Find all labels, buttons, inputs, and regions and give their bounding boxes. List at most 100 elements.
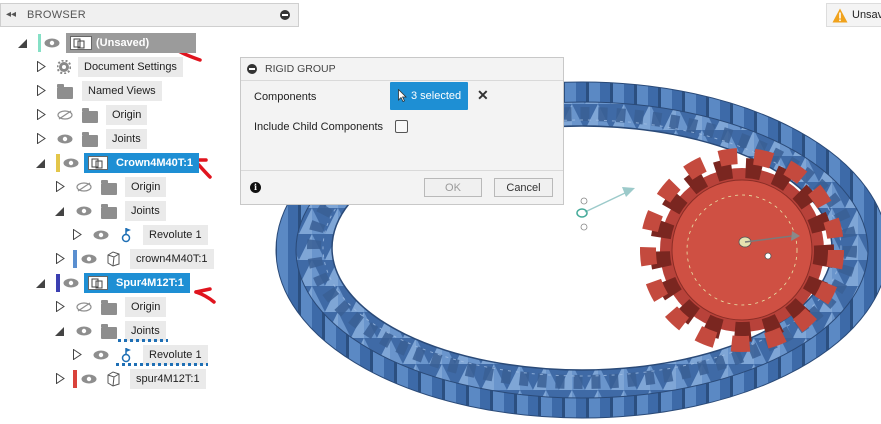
visibility-eye-icon[interactable]	[63, 278, 79, 288]
components-selection-button[interactable]: 3 selected	[390, 82, 468, 110]
browser-title: BROWSER	[27, 9, 86, 21]
tree-node-origin[interactable]: Origin	[0, 105, 200, 125]
cursor-arrow-icon	[398, 89, 407, 102]
tree-node-crown-component[interactable]: Crown4M40T:1	[0, 153, 210, 173]
collapsed-arrow-icon[interactable]	[37, 85, 46, 96]
visibility-eye-icon[interactable]	[63, 158, 79, 168]
component-icon	[88, 276, 108, 290]
folder-icon	[101, 204, 117, 219]
clear-selection-icon[interactable]: ✕	[477, 88, 489, 102]
tree-node-spur-component[interactable]: Spur4M12T:1	[0, 273, 200, 293]
components-label: Components	[254, 91, 317, 103]
collapsed-arrow-icon[interactable]	[73, 349, 82, 360]
dialog-title: RIGID GROUP	[265, 63, 336, 75]
tree-label[interactable]: Origin	[125, 177, 167, 197]
rigid-group-dialog: RIGID GROUP Components 3 selected ✕ Incl…	[240, 57, 564, 205]
tree-label[interactable]: Joints	[106, 129, 147, 149]
tree-node-root[interactable]: (Unsaved)	[0, 33, 200, 53]
tree-label[interactable]: Named Views	[82, 81, 162, 101]
spur-component-label[interactable]: Spur4M12T:1	[84, 273, 190, 293]
component-icon	[70, 36, 92, 50]
tree-node-spur-joints[interactable]: Joints	[0, 321, 200, 342]
tree-node-document-settings[interactable]: Document Settings	[0, 57, 200, 77]
visibility-eye-icon[interactable]	[81, 374, 97, 384]
folder-icon	[82, 132, 98, 147]
expanded-arrow-icon[interactable]	[36, 279, 45, 288]
collapsed-arrow-icon[interactable]	[56, 181, 65, 192]
tree-label[interactable]: crown4M40T:1	[130, 249, 214, 269]
collapsed-arrow-icon[interactable]	[37, 61, 46, 72]
tree-label[interactable]: Joints	[125, 201, 166, 221]
minimize-icon[interactable]	[280, 10, 290, 20]
body-icon	[107, 371, 120, 387]
browser-panel-header: ◂◂ BROWSER	[0, 3, 299, 27]
component-icon	[88, 156, 108, 170]
ok-button[interactable]: OK	[424, 178, 482, 197]
folder-icon	[57, 84, 73, 99]
tree-node-crown-body[interactable]: crown4M40T:1	[0, 249, 220, 269]
minimize-icon[interactable]	[247, 64, 257, 74]
selection-count: 3 selected	[411, 90, 462, 102]
include-child-label: Include Child Components	[254, 121, 384, 133]
tree-label[interactable]: Origin	[125, 297, 167, 317]
expanded-arrow-icon[interactable]	[36, 159, 45, 168]
collapsed-arrow-icon[interactable]	[56, 373, 65, 384]
cancel-button[interactable]: Cancel	[494, 178, 553, 197]
expanded-arrow-icon[interactable]	[18, 39, 27, 48]
revolute-joint-icon	[121, 348, 131, 363]
folder-icon	[101, 324, 117, 339]
hidden-eye-icon[interactable]	[57, 110, 73, 120]
visibility-eye-icon[interactable]	[81, 254, 97, 264]
folder-icon	[82, 108, 98, 123]
tree-node-joints[interactable]: Joints	[0, 129, 200, 149]
tree-node-crown-origin[interactable]: Origin	[0, 177, 200, 197]
include-child-checkbox[interactable]	[395, 120, 408, 133]
visibility-eye-icon[interactable]	[93, 230, 109, 240]
tree-node-spur-body[interactable]: spur4M12T:1	[0, 369, 220, 389]
unsaved-warning-badge[interactable]: Unsav	[826, 3, 881, 27]
expanded-arrow-icon[interactable]	[55, 327, 64, 336]
collapsed-arrow-icon[interactable]	[73, 229, 82, 240]
visibility-eye-icon[interactable]	[57, 134, 73, 144]
expanded-arrow-icon[interactable]	[55, 207, 64, 216]
warning-text: Unsav	[852, 9, 881, 21]
hidden-eye-icon[interactable]	[76, 302, 92, 312]
body-icon	[107, 251, 120, 267]
visibility-eye-icon[interactable]	[76, 326, 92, 336]
collapsed-arrow-icon[interactable]	[37, 133, 46, 144]
root-component-label[interactable]: (Unsaved)	[66, 33, 196, 53]
collapse-panel-icon[interactable]: ◂◂	[6, 9, 16, 20]
pending-dash-underline	[118, 339, 168, 342]
visibility-eye-icon[interactable]	[76, 206, 92, 216]
tree-node-crown-revolute[interactable]: Revolute 1	[0, 225, 210, 245]
tree-label[interactable]: Revolute 1	[143, 225, 208, 245]
tree-node-spur-revolute[interactable]: Revolute 1	[0, 345, 210, 366]
hidden-eye-icon[interactable]	[76, 182, 92, 192]
tree-label[interactable]: Joints	[125, 321, 166, 341]
tree-label[interactable]: spur4M12T:1	[130, 369, 206, 389]
gear-icon	[57, 60, 71, 74]
warning-icon	[832, 8, 848, 23]
tree-node-named-views[interactable]: Named Views	[0, 81, 200, 101]
dialog-header[interactable]: RIGID GROUP	[241, 58, 563, 81]
root-label-text: (Unsaved)	[96, 37, 150, 49]
tree-node-spur-origin[interactable]: Origin	[0, 297, 200, 317]
tree-label[interactable]: Origin	[106, 105, 148, 125]
collapsed-arrow-icon[interactable]	[56, 301, 65, 312]
crown-component-label[interactable]: Crown4M40T:1	[84, 153, 200, 173]
visibility-eye-icon[interactable]	[44, 38, 60, 48]
spur-label-text: Spur4M12T:1	[116, 277, 184, 289]
pending-dash-underline	[116, 363, 208, 366]
divider	[241, 170, 563, 171]
tree-node-crown-joints[interactable]: Joints	[0, 201, 200, 221]
collapsed-arrow-icon[interactable]	[37, 109, 46, 120]
info-icon[interactable]: i	[250, 182, 261, 193]
folder-icon	[101, 180, 117, 195]
tree-label[interactable]: Document Settings	[78, 57, 183, 77]
tree-label[interactable]: Revolute 1	[143, 345, 208, 365]
visibility-eye-icon[interactable]	[93, 350, 109, 360]
crown-label-text: Crown4M40T:1	[116, 157, 194, 169]
folder-icon	[101, 300, 117, 315]
collapsed-arrow-icon[interactable]	[56, 253, 65, 264]
revolute-joint-icon	[121, 228, 131, 243]
